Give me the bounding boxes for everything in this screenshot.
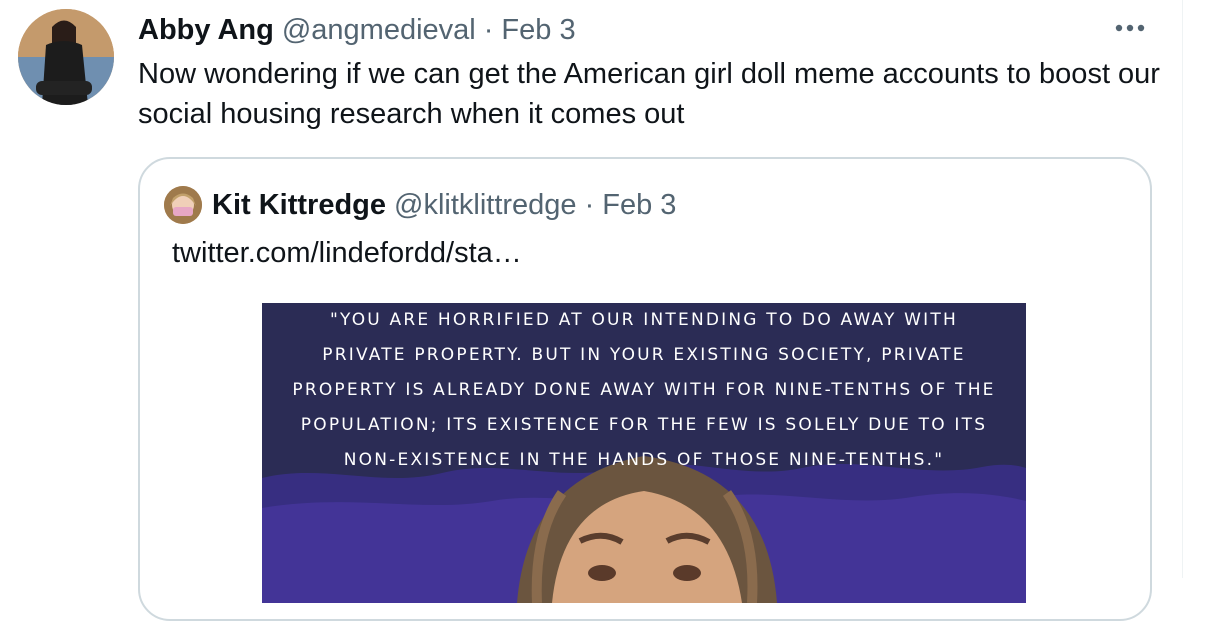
quoted-tweet-card[interactable]: Kit Kittredge @klitklittredge · Feb 3 tw… [138, 157, 1152, 621]
meme-quote-line: non-existence in the hands of those nine… [343, 450, 945, 470]
author-avatar[interactable] [18, 9, 114, 105]
author-handle[interactable]: @angmedieval [282, 14, 476, 47]
quoted-author-handle[interactable]: @klitklittredge [394, 189, 577, 222]
meme-quote-line: private property. But in your existing s… [322, 345, 966, 365]
more-button[interactable] [1108, 14, 1152, 44]
quoted-tweet-link[interactable]: twitter.com/lindefordd/sta… [172, 233, 522, 273]
more-horizontal-icon [1114, 20, 1146, 38]
quoted-tweet-header: Kit Kittredge @klitklittredge · Feb 3 [164, 185, 676, 225]
author-name[interactable]: Abby Ang [138, 14, 274, 47]
quoted-media-image[interactable]: "You are horrified at our intending to d… [262, 303, 1026, 603]
meme-quote-line: population; its existence for the few is… [300, 415, 988, 435]
tweet-date[interactable]: Feb 3 [501, 14, 575, 47]
quoted-author-name[interactable]: Kit Kittredge [212, 189, 386, 222]
meme-quote-text: "You are horrified at our intending to d… [262, 303, 1026, 470]
meme-quote-line: property is already done away with for n… [292, 380, 996, 400]
quoted-tweet-date[interactable]: Feb 3 [602, 189, 676, 222]
meme-quote-line: "You are horrified at our intending to d… [330, 310, 958, 330]
tweet-text: Now wondering if we can get the American… [138, 58, 1160, 130]
separator-dot: · [483, 13, 494, 46]
quoted-author-avatar[interactable] [164, 186, 202, 224]
tweet-header: Abby Ang @angmedieval · Feb 3 [138, 10, 576, 50]
quoted-separator-dot: · [584, 188, 595, 221]
timeline-border [1182, 0, 1183, 578]
